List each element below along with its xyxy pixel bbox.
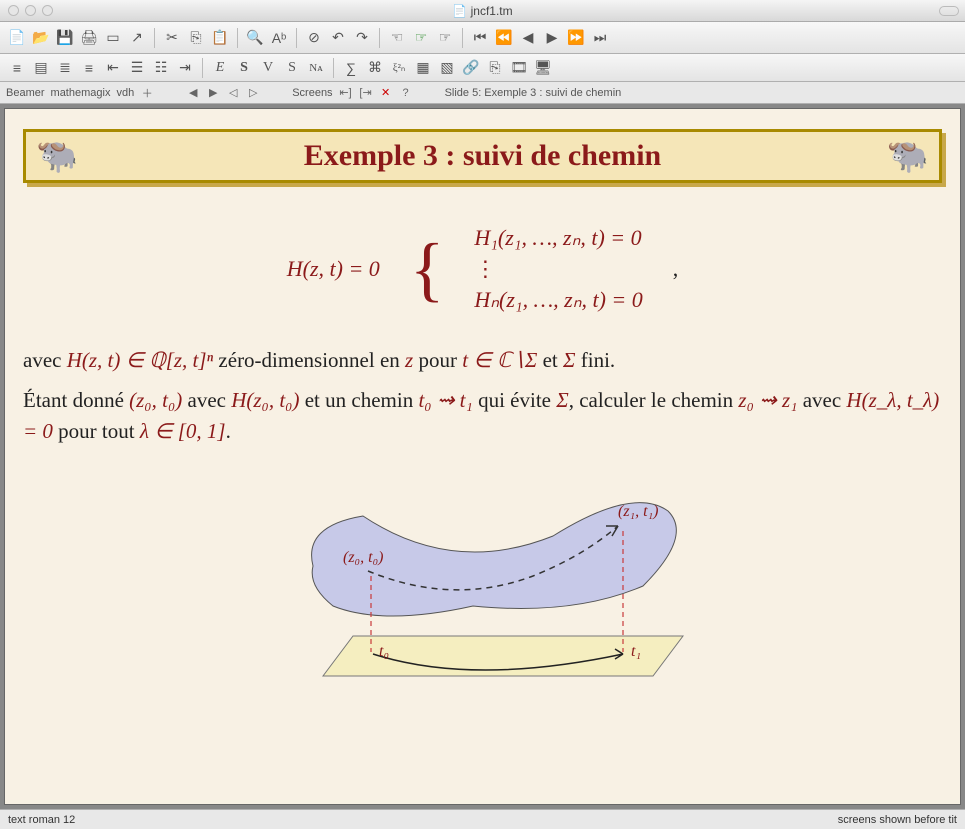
window-controls — [8, 5, 53, 16]
image-button[interactable]: ▧ — [436, 57, 458, 79]
label-t1: t₁ — [631, 643, 641, 660]
label-z1t1: (z₁, t₁) — [618, 503, 658, 520]
monitor-button[interactable]: 🖥 — [532, 57, 554, 79]
save-file-button[interactable]: 💾 — [54, 27, 76, 49]
status-bar: text roman 12 screens shown before tit — [0, 809, 965, 829]
replace-button[interactable]: Aᵇ — [268, 27, 290, 49]
slide-title-bar: 🐃 Exemple 3 : suivi de chemin 🐃 — [23, 129, 942, 183]
screen-enter-button[interactable]: ⇤] — [339, 86, 353, 100]
export-button[interactable]: ↗ — [126, 27, 148, 49]
struct-left-button[interactable]: ◁ — [226, 86, 240, 100]
minimize-window[interactable] — [25, 5, 36, 16]
emphasis-button[interactable]: E — [209, 57, 231, 79]
label-z0t0: (z₀, t₀) — [343, 549, 383, 566]
screen-close-button[interactable]: ✕ — [379, 86, 393, 100]
paragraph-1: avec H(z, t) ∈ ℚ[z, t]ⁿ zéro-dimensionne… — [23, 345, 942, 377]
context-bar: Beamer mathemagix vdh ＋ ◀ ▶ ◁ ▷ Screens … — [0, 82, 965, 104]
document-canvas[interactable]: 🐃 Exemple 3 : suivi de chemin 🐃 H(z, t) … — [0, 104, 965, 809]
align-center-button[interactable]: ≣ — [54, 57, 76, 79]
crumb-vdh[interactable]: vdh — [116, 87, 134, 99]
main-equation: H(z, t) = 0 { H₁(z₁, …, zₙ, t) = 0 ⋮ Hₙ(… — [23, 223, 942, 315]
align-block-button[interactable]: ▤ — [30, 57, 52, 79]
nav-fwd-button[interactable]: ⏩ — [565, 27, 587, 49]
screen-exit-button[interactable]: [⇥ — [359, 86, 373, 100]
gnu-icon: 🐃 — [887, 136, 929, 176]
nav-last-button[interactable]: ⏭ — [589, 27, 611, 49]
window-titlebar: 📄 jncf1.tm — [0, 0, 965, 22]
paste-button[interactable]: 📋 — [209, 27, 231, 49]
struct-next-button[interactable]: ▶ — [206, 86, 220, 100]
table-button[interactable]: ▦ — [412, 57, 434, 79]
link-button[interactable]: 🔗 — [460, 57, 482, 79]
main-toolbar: 📄 📂 💾 🖨 ▭ ↗ ✂ ⎘ 📋 🔍 Aᵇ ⊘ ↶ ↷ ☜ ☞ ☞ ⏮ ⏪ ◀… — [0, 22, 965, 54]
slide-title: Exemple 3 : suivi de chemin — [304, 139, 662, 173]
nav-first-button[interactable]: ⏮ — [469, 27, 491, 49]
name-button[interactable]: Nᴀ — [305, 57, 327, 79]
hand-prev-button[interactable]: ☜ — [386, 27, 408, 49]
nav-back-button[interactable]: ◀ — [517, 27, 539, 49]
crumb-beamer[interactable]: Beamer — [6, 87, 45, 99]
cancel-button[interactable]: ⊘ — [303, 27, 325, 49]
zoom-window[interactable] — [42, 5, 53, 16]
math-button[interactable]: ∑ — [340, 57, 362, 79]
label-t0: t₀ — [379, 643, 389, 660]
xi-button[interactable]: ξ²ₙ — [388, 57, 410, 79]
align-right-button[interactable]: ≡ — [78, 57, 100, 79]
cut-button[interactable]: ✂ — [161, 27, 183, 49]
status-right: screens shown before tit — [838, 814, 957, 826]
page-setup-button[interactable]: ▭ — [102, 27, 124, 49]
slide-info: Slide 5: Exemple 3 : suivi de chemin — [445, 87, 622, 99]
strong-button[interactable]: S — [233, 57, 255, 79]
status-left: text roman 12 — [8, 814, 75, 826]
film-button[interactable]: 🎞 — [508, 57, 530, 79]
close-window[interactable] — [8, 5, 19, 16]
indent-less-button[interactable]: ⇤ — [102, 57, 124, 79]
slide-page: 🐃 Exemple 3 : suivi de chemin 🐃 H(z, t) … — [4, 108, 961, 805]
undo-button[interactable]: ↶ — [327, 27, 349, 49]
crumb-mathemagix[interactable]: mathemagix — [51, 87, 111, 99]
clipboard-button[interactable]: ⎘ — [484, 57, 506, 79]
sample-button[interactable]: S — [281, 57, 303, 79]
verbatim-button[interactable]: V — [257, 57, 279, 79]
gnu-icon: 🐃 — [36, 136, 78, 176]
indent-more-button[interactable]: ⇥ — [174, 57, 196, 79]
session-button[interactable]: ⌘ — [364, 57, 386, 79]
print-button[interactable]: 🖨 — [78, 27, 100, 49]
nav-prev-button[interactable]: ⏪ — [493, 27, 515, 49]
screens-label: Screens — [292, 87, 332, 99]
align-left-button[interactable]: ≡ — [6, 57, 28, 79]
format-toolbar: ≡ ▤ ≣ ≡ ⇤ ☰ ☷ ⇥ E S V S Nᴀ ∑ ⌘ ξ²ₙ ▦ ▧ 🔗… — [0, 54, 965, 82]
resize-grip[interactable] — [939, 6, 959, 16]
add-crumb-button[interactable]: ＋ — [140, 86, 154, 100]
struct-prev-button[interactable]: ◀ — [186, 86, 200, 100]
find-button[interactable]: 🔍 — [244, 27, 266, 49]
hand-next-button[interactable]: ☞ — [434, 27, 456, 49]
list-number-button[interactable]: ☷ — [150, 57, 172, 79]
nav-play-button[interactable]: ▶ — [541, 27, 563, 49]
hand-reload-button[interactable]: ☞ — [410, 27, 432, 49]
list-bullet-button[interactable]: ☰ — [126, 57, 148, 79]
window-title: 📄 jncf1.tm — [0, 4, 965, 18]
paragraph-2: Étant donné (z₀, t₀) avec H(z₀, t₀) et u… — [23, 385, 942, 448]
copy-button[interactable]: ⎘ — [185, 27, 207, 49]
new-file-button[interactable]: 📄 — [6, 27, 28, 49]
screen-help-button[interactable]: ? — [399, 86, 413, 100]
open-file-button[interactable]: 📂 — [30, 27, 52, 49]
redo-button[interactable]: ↷ — [351, 27, 373, 49]
struct-right-button[interactable]: ▷ — [246, 86, 260, 100]
path-diagram: (z₀, t₀) (z₁, t₁) t₀ t₁ — [23, 466, 942, 696]
